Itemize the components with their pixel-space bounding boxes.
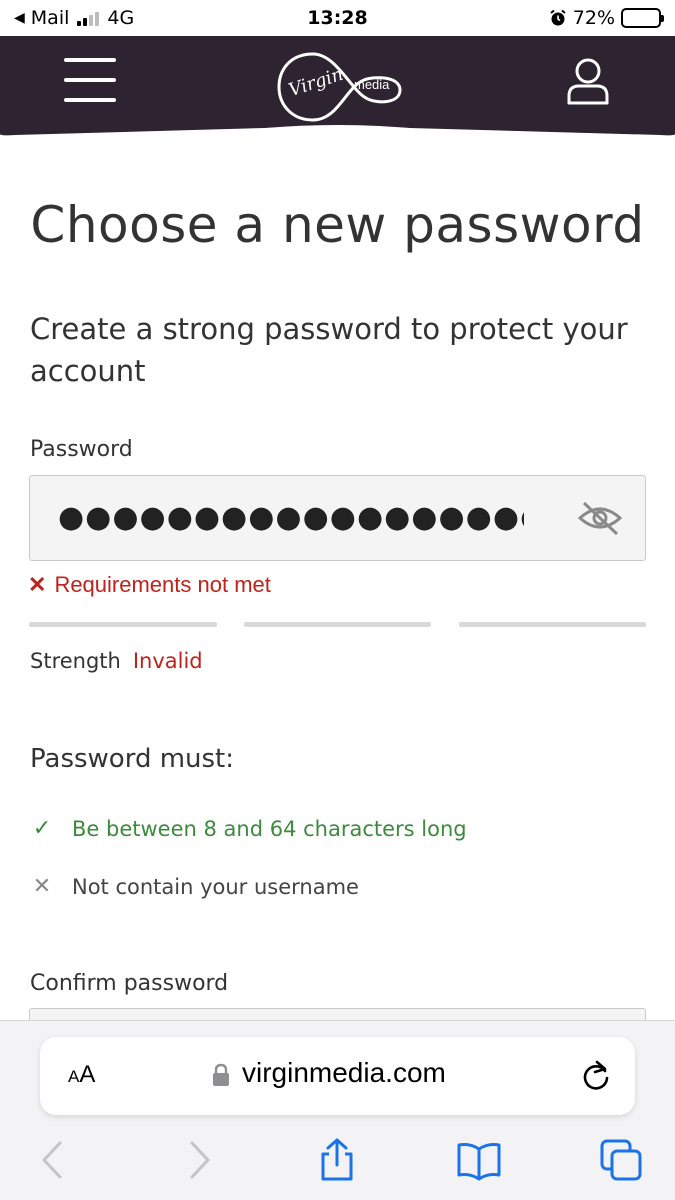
share-icon[interactable] bbox=[314, 1137, 360, 1183]
back-icon[interactable] bbox=[30, 1137, 76, 1183]
strength-value: Invalid bbox=[132, 649, 203, 673]
strength-label: Strength bbox=[30, 649, 121, 673]
virgin-media-logo[interactable]: Virgin media bbox=[276, 50, 402, 124]
aa-big: A bbox=[79, 1061, 96, 1088]
bookmarks-icon[interactable] bbox=[456, 1137, 502, 1183]
confirm-password-label: Confirm password bbox=[30, 971, 229, 996]
hamburger-menu-icon[interactable] bbox=[64, 58, 116, 102]
aa-small: A bbox=[68, 1067, 80, 1086]
requirement-text: Be between 8 and 64 characters long bbox=[72, 816, 467, 841]
reload-icon[interactable] bbox=[581, 1059, 611, 1091]
password-value: ●●●●●●●●●●●●●●●●●●●●●●●●●●● bbox=[58, 500, 524, 535]
hide-password-eye-icon[interactable] bbox=[577, 498, 623, 538]
page-subtitle: Create a strong password to protect your… bbox=[30, 312, 628, 388]
forward-icon[interactable] bbox=[176, 1137, 222, 1183]
strength-bar-2 bbox=[244, 622, 431, 627]
logo-media-text: media bbox=[354, 77, 390, 92]
requirement-username: ✕ Not contain your username bbox=[30, 874, 359, 899]
status-right: 72% bbox=[549, 7, 664, 29]
error-x-icon: ✕ bbox=[28, 572, 47, 597]
battery-icon bbox=[621, 8, 664, 28]
error-text: Requirements not met bbox=[54, 572, 271, 597]
tabs-icon[interactable] bbox=[598, 1137, 644, 1183]
status-bar: ◀ Mail 4G 13:28 72% bbox=[0, 0, 675, 36]
address-bar[interactable]: AA virginmedia.com bbox=[40, 1037, 635, 1115]
browser-toolbar: AA virginmedia.com bbox=[0, 1020, 675, 1200]
strength-bar-3 bbox=[459, 622, 646, 627]
user-account-icon[interactable] bbox=[564, 56, 612, 106]
requirement-text: Not contain your username bbox=[72, 874, 359, 899]
lock-icon bbox=[213, 1063, 229, 1086]
strength-meter bbox=[29, 622, 646, 628]
strength-indicator: Strength Invalid bbox=[30, 649, 203, 673]
requirement-length: ✓ Be between 8 and 64 characters long bbox=[30, 816, 467, 841]
alarm-icon bbox=[550, 9, 566, 26]
password-label: Password bbox=[30, 437, 133, 462]
requirements-heading: Password must: bbox=[30, 744, 235, 774]
battery-percent: 72% bbox=[572, 7, 615, 29]
password-input[interactable]: ●●●●●●●●●●●●●●●●●●●●●●●●●●● bbox=[29, 475, 646, 561]
check-icon: ✓ bbox=[32, 816, 52, 841]
password-error: ✕ Requirements not met bbox=[28, 572, 271, 598]
url-text[interactable]: virginmedia.com bbox=[242, 1057, 446, 1089]
page-title: Choose a new password bbox=[30, 196, 645, 254]
site-header: Virgin media bbox=[0, 36, 675, 136]
cross-icon: ✕ bbox=[32, 874, 52, 899]
reader-settings-button[interactable]: AA bbox=[68, 1061, 95, 1089]
strength-bar-1 bbox=[29, 622, 217, 627]
